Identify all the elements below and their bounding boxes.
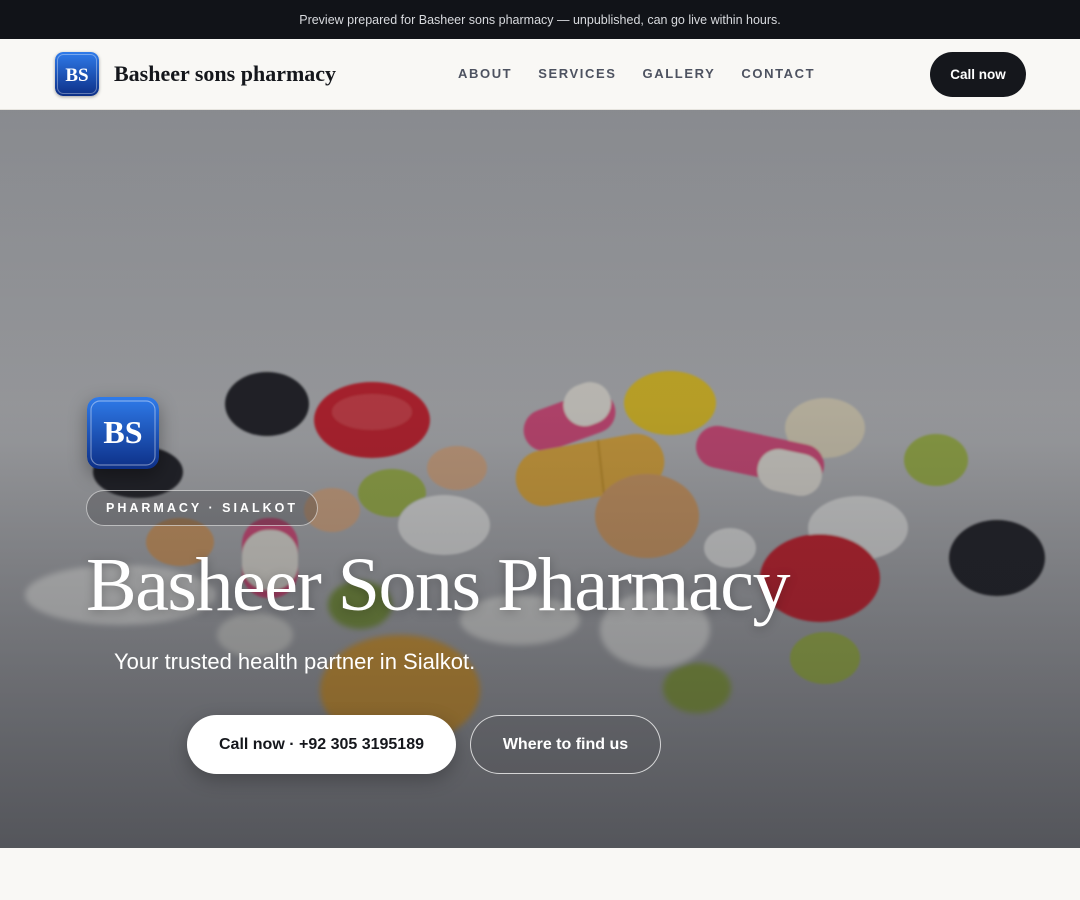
hero-kicker-badge: PHARMACY · SIALKOT xyxy=(86,490,318,526)
nav-link-services[interactable]: SERVICES xyxy=(538,66,616,81)
brand-logo-text: BS xyxy=(65,65,88,86)
brand[interactable]: BS Basheer sons pharmacy xyxy=(55,52,336,96)
hero-title: Basheer Sons Pharmacy xyxy=(86,543,791,627)
hero-call-button[interactable]: Call now · +92 305 3195189 xyxy=(187,715,456,774)
nav-link-about[interactable]: ABOUT xyxy=(458,66,512,81)
nav-link-contact[interactable]: CONTACT xyxy=(741,66,815,81)
hero-call-button-label: Call now · +92 305 3195189 xyxy=(218,735,424,753)
hero-logo: BS xyxy=(87,397,159,469)
brand-logo: BS xyxy=(55,52,99,96)
next-section xyxy=(0,848,1080,900)
hero-directions-button[interactable]: Where to find us xyxy=(470,715,661,774)
main-nav: ABOUT SERVICES GALLERY CONTACT xyxy=(458,66,815,81)
hero-directions-button-label: Where to find us xyxy=(502,735,629,753)
hero-kicker-text: PHARMACY · SIALKOT xyxy=(106,501,298,515)
hero-logo-text: BS xyxy=(103,414,142,450)
brand-name: Basheer sons pharmacy xyxy=(114,61,337,86)
nav-link-gallery[interactable]: GALLERY xyxy=(643,66,716,81)
site-header: BS Basheer sons pharmacy ABOUT SERVICES … xyxy=(0,39,1080,110)
header-call-button[interactable]: Call now xyxy=(930,52,1026,97)
hero-section: BS PHARMACY · SIALKOT Basheer Sons Pharm… xyxy=(0,110,1080,848)
announcement-text: Preview prepared for Basheer sons pharma… xyxy=(299,12,781,27)
hero-subtitle: Your trusted health partner in Sialkot. xyxy=(114,649,476,674)
announcement-bar: Preview prepared for Basheer sons pharma… xyxy=(0,0,1080,39)
